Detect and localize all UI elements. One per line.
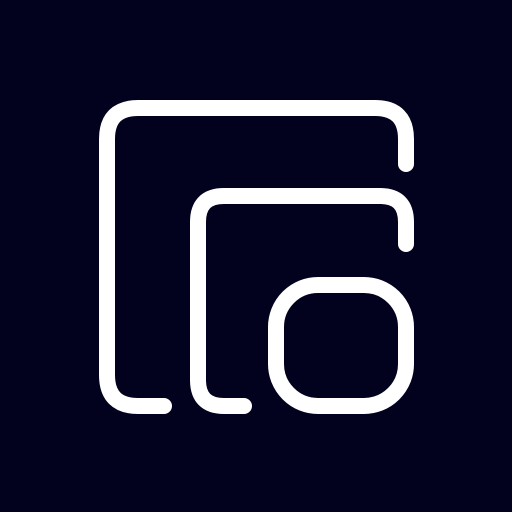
inner-square-stroke [268, 277, 414, 414]
nested-squares-logo-icon [99, 100, 414, 414]
middle-frame-stroke [190, 188, 414, 414]
outer-frame-stroke [99, 100, 414, 414]
app-icon-canvas [0, 0, 512, 512]
